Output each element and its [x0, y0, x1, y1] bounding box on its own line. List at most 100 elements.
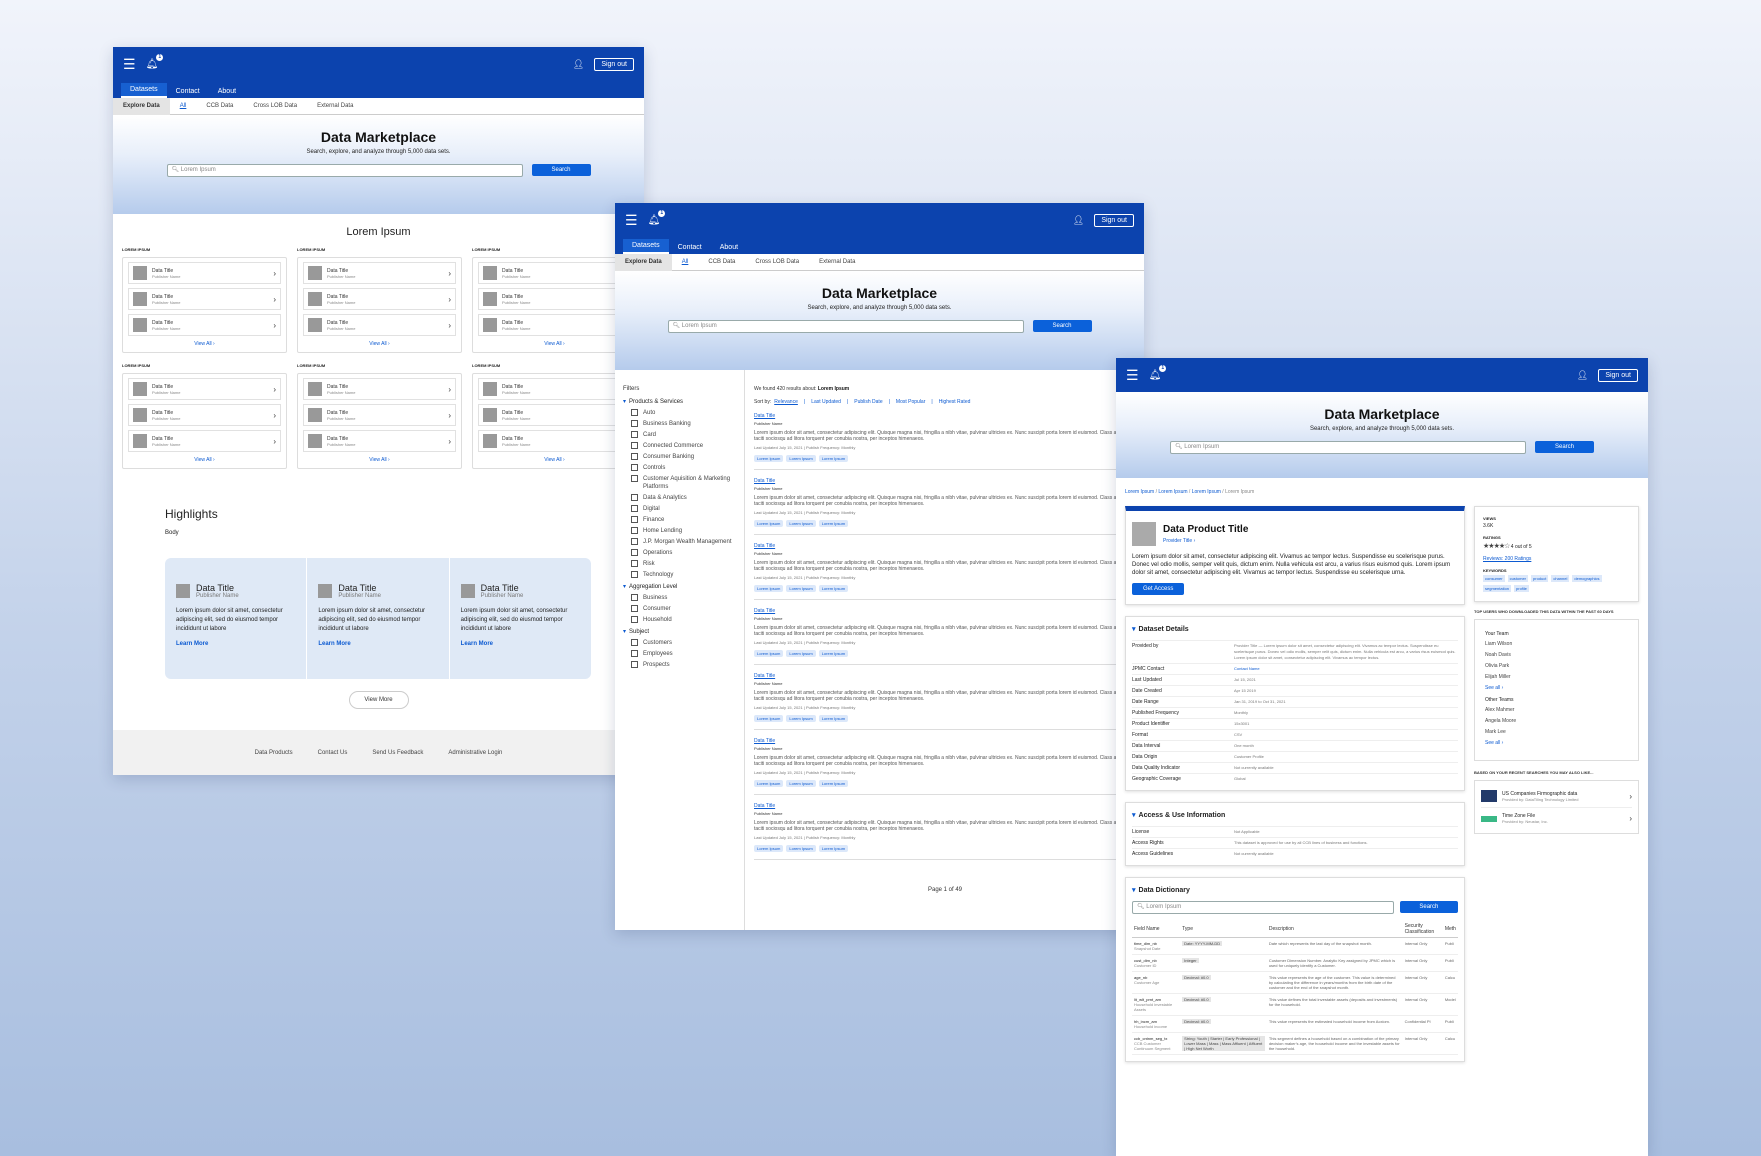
filter-option[interactable]: Finance [631, 516, 736, 524]
get-access-button[interactable]: Get Access [1132, 583, 1185, 595]
subnav-ccb[interactable]: CCB Data [698, 254, 745, 271]
checkbox[interactable] [631, 661, 638, 668]
filter-option[interactable]: Business [631, 594, 736, 602]
tag[interactable]: Lorem Ipsum [754, 845, 784, 852]
checkbox[interactable] [631, 442, 638, 449]
sort-option[interactable]: Relevance [774, 399, 798, 405]
notification-bell-icon[interactable]: 🔔︎ 1 [146, 53, 164, 70]
view-all-link[interactable]: View All › [128, 456, 281, 466]
breadcrumb-item[interactable]: Lorem Ipsum [1125, 489, 1154, 495]
tab-datasets[interactable]: Datasets [121, 83, 167, 98]
result-title-link[interactable]: Data Title [754, 738, 1136, 744]
subnav-cross-lob[interactable]: Cross LOB Data [745, 254, 809, 271]
list-item[interactable]: Data TitlePublisher Name› [303, 378, 456, 400]
list-item[interactable]: Data TitlePublisher Name› [478, 314, 631, 336]
checkbox[interactable] [631, 453, 638, 460]
tag[interactable]: Lorem Ipsum [818, 650, 849, 657]
list-item[interactable]: Data TitlePublisher Name› [478, 378, 631, 400]
search-button[interactable]: Search [531, 164, 591, 176]
search-button[interactable]: Search [1535, 441, 1594, 453]
filter-option[interactable]: Connected Commerce [631, 442, 736, 450]
hamburger-menu-icon[interactable]: ☰ [625, 212, 638, 229]
filter-group-2[interactable]: ▾ Subject [623, 628, 736, 635]
sort-option[interactable]: Publish Date [854, 399, 882, 405]
keyword-tag[interactable]: product [1531, 575, 1549, 582]
list-item[interactable]: Data TitlePublisher Name› [128, 262, 281, 284]
tag[interactable]: Lorem Ipsum [754, 650, 784, 657]
dictionary-search-button[interactable]: Search [1399, 901, 1458, 913]
list-item[interactable]: Data TitlePublisher Name› [128, 404, 281, 426]
access-use-toggle[interactable]: ▾ Access & Use Information [1132, 811, 1458, 819]
filter-option[interactable]: Card [631, 431, 736, 439]
tag[interactable]: Lorem Ipsum [818, 455, 849, 462]
checkbox[interactable] [631, 431, 638, 438]
keyword-tag[interactable]: profile [1514, 585, 1529, 592]
user-icon[interactable]: 👤︎ [1577, 370, 1588, 381]
footer-link-data-products[interactable]: Data Products [255, 750, 293, 756]
sign-out-button[interactable]: Sign out [594, 57, 634, 71]
filter-option[interactable]: Home Lending [631, 527, 736, 535]
search-button[interactable]: Search [1032, 320, 1092, 332]
keyword-tag[interactable]: channel [1551, 575, 1570, 582]
list-item[interactable]: Data TitlePublisher Name› [128, 314, 281, 336]
footer-link-contact[interactable]: Contact Us [318, 750, 348, 756]
filter-option[interactable]: Risk [631, 560, 736, 568]
subnav-cross-lob[interactable]: Cross LOB Data [243, 98, 307, 115]
tag[interactable]: Lorem Ipsum [754, 520, 784, 527]
result-title-link[interactable]: Data Title [754, 478, 1136, 484]
sort-option[interactable]: Last Updated [811, 399, 841, 405]
subnav-external[interactable]: External Data [809, 254, 865, 271]
list-item[interactable]: Data TitlePublisher Name› [303, 314, 456, 336]
subnav-explore[interactable]: Explore Data [113, 97, 170, 115]
view-all-link[interactable]: View All › [303, 340, 456, 350]
user-icon[interactable]: 👤︎ [1073, 215, 1084, 226]
checkbox[interactable] [631, 650, 638, 657]
filter-option[interactable]: Prospects [631, 661, 736, 669]
list-item[interactable]: Data TitlePublisher Name› [303, 404, 456, 426]
filter-option[interactable]: Customer Aquisition & Marketing Platform… [631, 475, 736, 491]
filter-group-1[interactable]: ▾ Aggregation Level [623, 583, 736, 590]
filter-option[interactable]: Digital [631, 505, 736, 513]
checkbox[interactable] [631, 571, 638, 578]
filter-option[interactable]: Customers [631, 639, 736, 647]
keyword-tag[interactable]: customer [1507, 575, 1529, 582]
breadcrumb-item[interactable]: Lorem Ipsum [1158, 489, 1187, 495]
footer-link-feedback[interactable]: Send Us Feedback [372, 750, 423, 756]
filter-option[interactable]: Employees [631, 650, 736, 658]
also-like-item[interactable]: US Companies Firmographic data Provided b… [1481, 785, 1632, 808]
filter-option[interactable]: Auto [631, 409, 736, 417]
tag[interactable]: Lorem Ipsum [818, 845, 849, 852]
see-all-link[interactable]: See all › [1485, 740, 1628, 746]
checkbox[interactable] [631, 516, 638, 523]
checkbox[interactable] [631, 560, 638, 567]
learn-more-link[interactable]: Learn More [318, 641, 438, 647]
breadcrumb-item[interactable]: Lorem Ipsum [1192, 489, 1221, 495]
checkbox[interactable] [631, 475, 638, 482]
checkbox[interactable] [631, 494, 638, 501]
notification-bell-icon[interactable]: 🔔︎ 1 [1149, 364, 1167, 381]
checkbox[interactable] [631, 420, 638, 427]
hamburger-menu-icon[interactable]: ☰ [1126, 367, 1139, 384]
sign-out-button[interactable]: Sign out [1094, 213, 1134, 227]
subnav-external[interactable]: External Data [307, 98, 363, 115]
reviews-link[interactable]: Reviews: 200 Ratings [1483, 556, 1630, 562]
tag[interactable]: Lorem Ipsum [818, 520, 849, 527]
user-icon[interactable]: 👤︎ [573, 59, 584, 70]
view-all-link[interactable]: View All › [128, 340, 281, 350]
tab-contact[interactable]: Contact [669, 241, 711, 254]
filter-option[interactable]: Data & Analytics [631, 494, 736, 502]
provider-link[interactable]: Provider Title › [1163, 538, 1248, 544]
sign-out-button[interactable]: Sign out [1598, 368, 1638, 382]
result-title-link[interactable]: Data Title [754, 673, 1136, 679]
subnav-all[interactable]: All [170, 98, 197, 115]
detail-value[interactable]: Contact Name [1234, 666, 1458, 672]
filter-group-0[interactable]: ▾ Products & Services [623, 398, 736, 405]
search-input[interactable]: 🔍︎ Lorem Ipsum [1170, 441, 1526, 454]
sort-option[interactable]: Most Popular [896, 399, 925, 405]
view-all-link[interactable]: View All › [478, 456, 631, 466]
result-title-link[interactable]: Data Title [754, 413, 1136, 419]
view-more-button[interactable]: View More [348, 691, 409, 709]
keyword-tag[interactable]: segmentation [1483, 585, 1512, 592]
list-item[interactable]: Data TitlePublisher Name› [478, 404, 631, 426]
filter-option[interactable]: Technology [631, 571, 736, 579]
